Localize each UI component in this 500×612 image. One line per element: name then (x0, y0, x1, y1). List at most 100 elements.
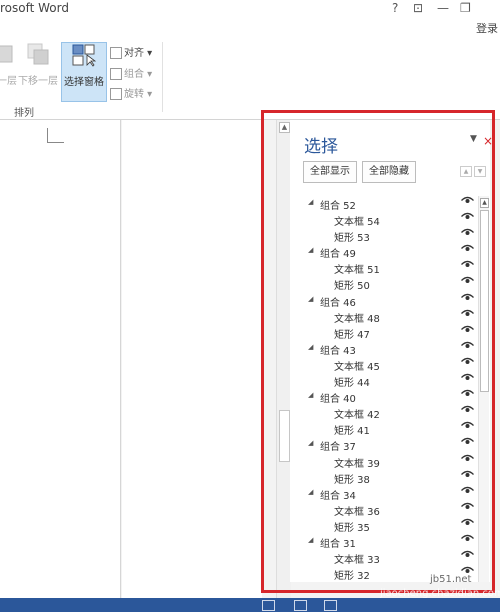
send-backward-order-icon[interactable]: ▼ (474, 166, 486, 177)
maximize-button[interactable]: ❐ (460, 1, 471, 15)
collapse-triangle-icon[interactable]: ◢ (308, 246, 313, 254)
visibility-eye-icon[interactable] (461, 212, 474, 224)
shape-row[interactable]: 矩形 53 (304, 228, 480, 244)
group-label: 组合 ▾ (124, 69, 153, 80)
visibility-eye-icon[interactable] (461, 228, 474, 240)
bring-forward-button[interactable]: 一层 (0, 42, 18, 100)
hide-all-button[interactable]: 全部隐藏 (362, 161, 416, 183)
help-button[interactable]: ? (392, 1, 398, 15)
visibility-eye-icon[interactable] (461, 293, 474, 305)
item-label: 组合 40 (320, 394, 356, 406)
item-label: 组合 31 (320, 538, 356, 550)
collapse-triangle-icon[interactable]: ◢ (308, 198, 313, 206)
group-button[interactable]: 组合 ▾ (110, 65, 152, 80)
title-bar: rosoft Word ? ⊡ — ❐ (0, 0, 500, 20)
visibility-eye-icon[interactable] (461, 357, 474, 369)
visibility-eye-icon[interactable] (461, 486, 474, 498)
list-scroll-up-icon[interactable]: ▲ (480, 198, 489, 208)
scroll-up-icon[interactable]: ▲ (279, 122, 290, 133)
send-backward-button[interactable]: 下移一层 (18, 42, 58, 100)
shape-row[interactable]: 矩形 41 (304, 421, 480, 437)
rotate-label: 旋转 ▾ (124, 89, 153, 100)
visibility-eye-icon[interactable] (461, 325, 474, 337)
read-mode-icon[interactable] (262, 600, 275, 611)
visibility-eye-icon[interactable] (461, 276, 474, 288)
selection-pane-icon (72, 43, 97, 67)
visibility-eye-icon[interactable] (461, 260, 474, 272)
collapse-triangle-icon[interactable]: ◢ (308, 488, 313, 496)
visibility-eye-icon[interactable] (461, 373, 474, 385)
item-label: 矩形 50 (334, 281, 370, 293)
arrange-group-label: 排列 (14, 108, 34, 119)
shape-row[interactable]: 矩形 47 (304, 325, 480, 341)
visibility-eye-icon[interactable] (461, 454, 474, 466)
visibility-eye-icon[interactable] (461, 196, 474, 208)
shape-row[interactable]: 文本框 54 (304, 212, 480, 228)
item-label: 矩形 44 (334, 378, 370, 390)
shape-row[interactable]: 文本框 39 (304, 454, 480, 470)
minimize-button[interactable]: — (437, 1, 449, 15)
group-row[interactable]: ◢ 组合 49 (304, 244, 480, 260)
group-row[interactable]: ◢ 组合 37 (304, 437, 480, 453)
print-layout-icon[interactable] (294, 600, 307, 611)
shape-row[interactable]: 文本框 33 (304, 550, 480, 566)
shape-row[interactable]: 矩形 50 (304, 276, 480, 292)
watermark-url: jiaocheng.chazidian.com (380, 588, 500, 599)
collapse-triangle-icon[interactable]: ◢ (308, 391, 313, 399)
item-label: 文本框 54 (334, 217, 380, 229)
visibility-eye-icon[interactable] (461, 389, 474, 401)
group-row[interactable]: ◢ 组合 31 (304, 534, 480, 550)
visibility-eye-icon[interactable] (461, 341, 474, 353)
bring-forward-order-icon[interactable]: ▲ (460, 166, 472, 177)
visibility-eye-icon[interactable] (461, 244, 474, 256)
group-row[interactable]: ◢ 组合 40 (304, 389, 480, 405)
visibility-eye-icon[interactable] (461, 502, 474, 514)
item-label: 组合 43 (320, 345, 356, 357)
shape-row[interactable]: 文本框 42 (304, 405, 480, 421)
collapse-triangle-icon[interactable]: ◢ (308, 536, 313, 544)
group-icon (110, 68, 122, 80)
visibility-eye-icon[interactable] (461, 534, 474, 546)
item-label: 文本框 39 (334, 458, 380, 470)
visibility-eye-icon[interactable] (461, 421, 474, 433)
close-pane-icon[interactable]: × (483, 134, 493, 148)
item-label: 文本框 45 (334, 361, 380, 373)
visibility-eye-icon[interactable] (461, 309, 474, 321)
shape-row[interactable]: 矩形 35 (304, 518, 480, 534)
shape-row[interactable]: 文本框 48 (304, 309, 480, 325)
shape-row[interactable]: 文本框 51 (304, 260, 480, 276)
visibility-eye-icon[interactable] (461, 518, 474, 530)
visibility-eye-icon[interactable] (461, 437, 474, 449)
visibility-eye-icon[interactable] (461, 550, 474, 562)
ribbon-display-options-icon[interactable]: ⊡ (413, 1, 423, 15)
web-layout-icon[interactable] (324, 600, 337, 611)
rotate-button[interactable]: 旋转 ▾ (110, 85, 152, 100)
group-row[interactable]: ◢ 组合 46 (304, 293, 480, 309)
group-row[interactable]: ◢ 组合 52 (304, 196, 480, 212)
scroll-thumb[interactable] (279, 410, 290, 462)
collapse-triangle-icon[interactable]: ◢ (308, 439, 313, 447)
shape-row[interactable]: 文本框 45 (304, 357, 480, 373)
pane-options-icon[interactable]: ▼ (470, 134, 477, 144)
collapse-triangle-icon[interactable]: ◢ (308, 295, 313, 303)
document-page[interactable] (0, 120, 121, 598)
group-row[interactable]: ◢ 组合 43 (304, 341, 480, 357)
ribbon: 一层 下移一层 选择窗格 对齐 ▾ 组合 ▾ 旋转 ▾ 排列 (0, 34, 500, 120)
shape-row[interactable]: 文本框 36 (304, 502, 480, 518)
align-button[interactable]: 对齐 ▾ (110, 44, 152, 59)
list-scrollbar[interactable]: ▲ (478, 196, 489, 582)
document-page-right[interactable] (122, 120, 262, 598)
group-row[interactable]: ◢ 组合 34 (304, 486, 480, 502)
align-label: 对齐 ▾ (124, 48, 153, 59)
show-all-button[interactable]: 全部显示 (303, 161, 357, 183)
align-icon (110, 47, 122, 59)
bring-forward-label: 一层 (0, 76, 17, 87)
shape-row[interactable]: 矩形 38 (304, 470, 480, 486)
visibility-eye-icon[interactable] (461, 470, 474, 482)
collapse-triangle-icon[interactable]: ◢ (308, 343, 313, 351)
document-scrollbar[interactable]: ▲ (276, 120, 291, 598)
visibility-eye-icon[interactable] (461, 405, 474, 417)
shape-row[interactable]: 矩形 44 (304, 373, 480, 389)
list-scroll-thumb[interactable] (480, 210, 489, 392)
selection-pane-button[interactable]: 选择窗格 (61, 42, 107, 102)
